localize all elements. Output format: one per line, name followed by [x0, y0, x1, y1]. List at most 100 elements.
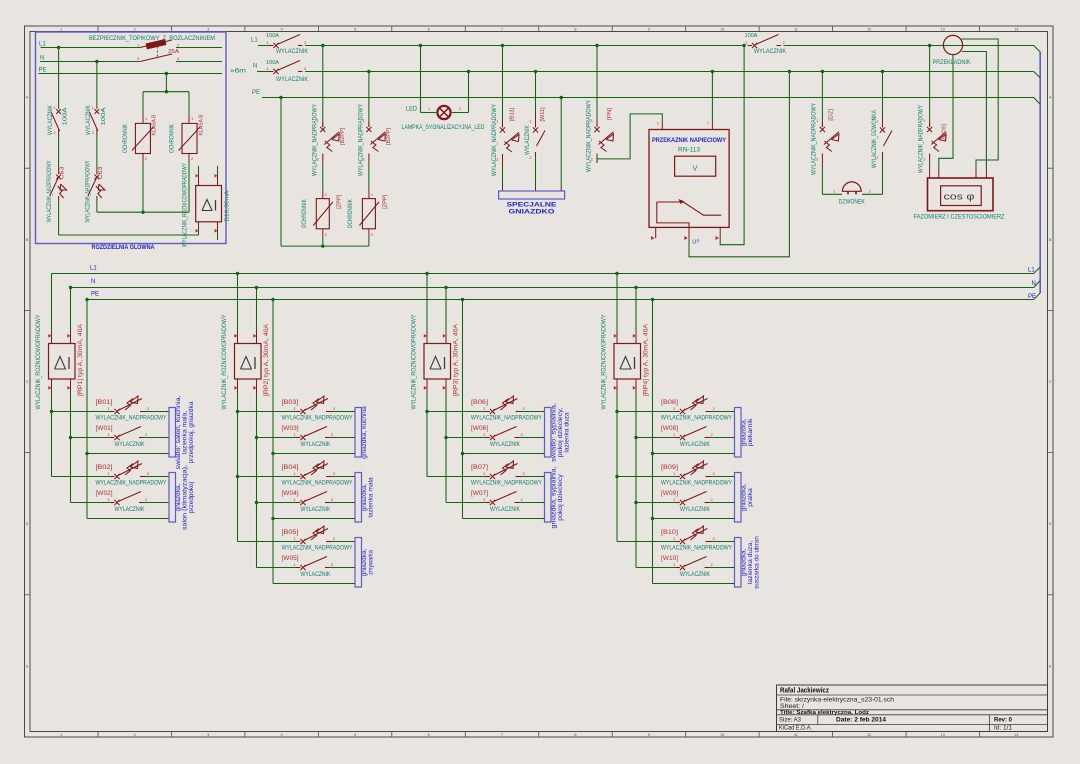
svg-text:WYLACZNIK: WYLACZNIK — [276, 48, 309, 55]
svg-text:[B02]: [B02] — [96, 465, 113, 471]
svg-text:gniazdka,: gniazdka, — [362, 548, 368, 576]
svg-text:[W01]: [W01] — [96, 426, 113, 432]
svg-text:PE: PE — [91, 292, 99, 298]
svg-text:[B2PP]: [B2PP] — [340, 128, 346, 145]
svg-text:100A: 100A — [63, 107, 69, 125]
svg-text:[RP3] typ A, 30mA, 40A: [RP3] typ A, 30mA, 40A — [454, 324, 460, 396]
svg-text:gniazdka,: gniazdka, — [176, 483, 182, 511]
svg-text:RN-113: RN-113 — [678, 147, 701, 154]
svg-text:D: D — [26, 522, 29, 526]
svg-text:[W10]: [W10] — [661, 556, 678, 562]
svg-text:FAZOMIERZ I CZESTOSCIOMIERZ: FAZOMIERZ I CZESTOSCIOMIERZ — [914, 213, 1005, 220]
svg-text:[B09]: [B09] — [661, 465, 678, 471]
svg-text:WYLACZNIK_NADPRADOWY: WYLACZNIK_NADPRADOWY — [282, 480, 353, 487]
svg-text:[B04]: [B04] — [282, 465, 299, 471]
svg-text:KLASA B: KLASA B — [152, 114, 158, 135]
svg-text:WYLACZNIK_ROZNICOWOPRADOWY: WYLACZNIK_ROZNICOWOPRADOWY — [35, 315, 42, 410]
svg-text:WYLACZNIK_DZWONKA: WYLACZNIK_DZWONKA — [871, 109, 878, 168]
svg-text:C63: C63 — [98, 167, 104, 180]
svg-text:13: 13 — [941, 733, 945, 737]
svg-text:WYLACZNIK_ROZNICOWOPRADOWY: WYLACZNIK_ROZNICOWOPRADOWY — [181, 163, 188, 247]
svg-text:PRZEKAZNIK NAPIECIOWY: PRZEKAZNIK NAPIECIOWY — [652, 138, 726, 144]
svg-text:WYLACZNIK: WYLACZNIK — [680, 506, 711, 513]
svg-text:WYLACZNIK: WYLACZNIK — [301, 571, 332, 578]
svg-text:WYLACZNIK_NADPRADOWY: WYLACZNIK_NADPRADOWY — [96, 415, 167, 422]
svg-text:WYLACZNIK: WYLACZNIK — [490, 441, 521, 448]
svg-text:OCHRONNIK: OCHRONNIK — [122, 123, 129, 153]
svg-text:BEZPIECZNIK_TOPIKOWY_Z_ROZLACZ: BEZPIECZNIK_TOPIKOWY_Z_ROZLACZNIKIEM — [89, 35, 215, 42]
svg-text:salon (klimatyzacja),: salon (klimatyzacja), — [182, 465, 188, 530]
svg-text:swiatlo: sypialnia,: swiatlo: sypialnia, — [552, 403, 558, 462]
svg-text:[W11]: [W11] — [540, 107, 546, 121]
svg-text:2: 2 — [134, 27, 136, 31]
svg-text:8: 8 — [575, 27, 577, 31]
svg-text:[B01]: [B01] — [96, 400, 113, 406]
svg-text:[B07]: [B07] — [471, 465, 488, 471]
svg-text:7: 7 — [501, 733, 503, 737]
svg-text:zmywarka: zmywarka — [368, 550, 374, 575]
svg-text:WYLACZNIK_NADPRADOWY: WYLACZNIK_NADPRADOWY — [96, 480, 167, 487]
svg-text:LAMPKA_SYGNALIZACYJNA_LED: LAMPKA_SYGNALIZACYJNA_LED — [402, 124, 486, 131]
svg-text:[W09]: [W09] — [661, 491, 678, 497]
svg-text:Rev: 0: Rev: 0 — [994, 717, 1012, 724]
svg-text:suszarka do ubran: suszarka do ubran — [754, 536, 760, 589]
svg-text:WYLACZNIK_NADPRADOWY: WYLACZNIK_NADPRADOWY — [85, 161, 92, 223]
svg-text:Date: 2 feb 2014: Date: 2 feb 2014 — [836, 717, 886, 724]
svg-text:100A: 100A — [101, 107, 107, 125]
svg-text:WYLACZNIK_NADPRADOWY: WYLACZNIK_NADPRADOWY — [46, 161, 53, 223]
svg-text:swiatlo: salon, kuchnia,: swiatlo: salon, kuchnia, — [176, 395, 182, 469]
svg-text:WYLACZNIK: WYLACZNIK — [276, 76, 309, 83]
svg-text:1: 1 — [60, 733, 62, 737]
svg-text:6: 6 — [428, 27, 430, 31]
svg-text:LED: LED — [406, 107, 418, 113]
svg-text:Rafal Jackiewicz: Rafal Jackiewicz — [780, 688, 829, 695]
svg-text:11: 11 — [794, 733, 798, 737]
svg-text:DZWONEK: DZWONEK — [839, 199, 866, 206]
svg-text:cos φ: cos φ — [944, 192, 975, 202]
svg-text:D: D — [1049, 522, 1052, 526]
svg-text:[B05]: [B05] — [282, 530, 299, 536]
svg-text:9: 9 — [648, 27, 650, 31]
svg-text:[B11]: [B11] — [510, 107, 516, 121]
svg-text:gniazdka,: gniazdka, — [362, 483, 368, 511]
svg-text:[W07]: [W07] — [471, 491, 488, 497]
svg-text:4: 4 — [281, 733, 283, 737]
svg-text:2: 2 — [134, 733, 136, 737]
svg-text:WYLACZNIK_NADPRADOWY: WYLACZNIK_NADPRADOWY — [661, 545, 732, 552]
svg-text:WYLACZNIK_NADPRADOWY: WYLACZNIK_NADPRADOWY — [917, 105, 924, 173]
svg-text:Size: A3: Size: A3 — [779, 717, 801, 724]
svg-text:WYLACZNIK_NADPRADOWY: WYLACZNIK_NADPRADOWY — [282, 415, 353, 422]
svg-text:WYLACZNIK_ROZNICOWOPRADOWY: WYLACZNIK_ROZNICOWOPRADOWY — [221, 315, 228, 410]
svg-text:3: 3 — [207, 733, 209, 737]
svg-text:SPECJALNE: SPECJALNE — [507, 202, 558, 209]
svg-text:WYLACZNIK: WYLACZNIK — [754, 48, 787, 55]
svg-text:5: 5 — [354, 27, 356, 31]
svg-text:WYLACZNIK_NADPRADOWY: WYLACZNIK_NADPRADOWY — [357, 104, 364, 176]
svg-text:WYLACZNIK_ROZNICOWOPRADOWY: WYLACZNIK_ROZNICOWOPRADOWY — [411, 315, 418, 410]
svg-text:WYLACZNIK: WYLACZNIK — [301, 506, 332, 513]
svg-text:10: 10 — [720, 733, 724, 737]
svg-text:gniazdka,: gniazdka, — [742, 548, 748, 576]
svg-text:WYLACZNIK_NADPRADOWY: WYLACZNIK_NADPRADOWY — [811, 103, 818, 175]
svg-text:[B08]: [B08] — [661, 400, 678, 406]
svg-text:9: 9 — [648, 733, 650, 737]
svg-text:WYLACZNIK_NADPRADOWY: WYLACZNIK_NADPRADOWY — [471, 480, 542, 487]
svg-text:[DZ]: [DZ] — [829, 108, 835, 120]
svg-text:[W04]: [W04] — [282, 491, 299, 497]
svg-text:gniazdka,: gniazdka, — [742, 483, 748, 511]
svg-text:[RP2] typ A, 30mA, 40A: [RP2] typ A, 30mA, 40A — [264, 324, 270, 396]
svg-text:L1: L1 — [39, 42, 46, 48]
svg-text:WYLACZNIK: WYLACZNIK — [47, 104, 54, 135]
svg-text:»6m: »6m — [230, 69, 246, 75]
svg-text:[COS]: [COS] — [942, 124, 948, 139]
svg-text:GNIAZDKO: GNIAZDKO — [509, 209, 555, 216]
svg-text:lazienka mala: lazienka mala — [368, 477, 374, 518]
svg-text:WYLACZNIK_NADPRADOWY: WYLACZNIK_NADPRADOWY — [491, 104, 498, 176]
svg-text:C63: C63 — [60, 167, 66, 180]
svg-text:[W02]: [W02] — [96, 491, 113, 497]
svg-text:WYLACZNIK_NADPRADOWY: WYLACZNIK_NADPRADOWY — [661, 480, 732, 487]
svg-text:100A: 100A — [745, 33, 758, 39]
svg-text:N: N — [40, 56, 44, 62]
svg-text:[B03]: [B03] — [282, 400, 299, 406]
svg-text:OCHRONNIK: OCHRONNIK — [169, 123, 176, 153]
